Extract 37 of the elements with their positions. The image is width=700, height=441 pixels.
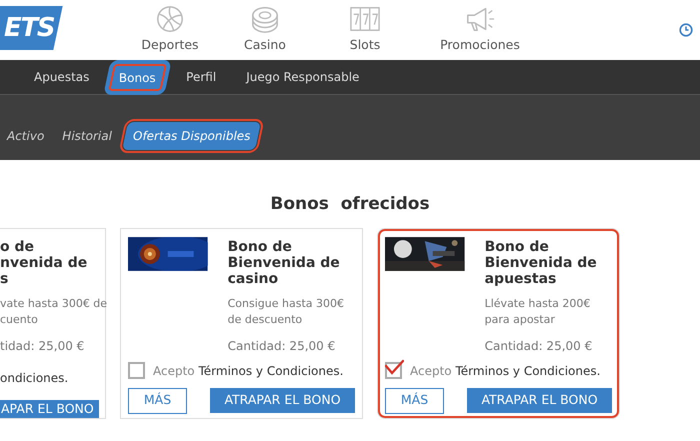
- claim-button[interactable]: ATRAPAR EL BONO: [467, 388, 612, 412]
- terms-link[interactable]: ondiciones.: [0, 368, 105, 386]
- card-title: Bono de Bienvenida de casino: [228, 238, 341, 286]
- subtab[interactable]: Activo: [2, 122, 50, 150]
- checkbox[interactable]: [128, 362, 145, 379]
- logo-text: ETS: [4, 15, 54, 41]
- tab[interactable]: Juego Responsable: [234, 60, 372, 94]
- card-title: o de nvenida de s: [0, 238, 88, 286]
- subtab[interactable]: Historial: [57, 122, 117, 150]
- nav-link[interactable]: Promociones: [420, 4, 540, 52]
- clock-icon[interactable]: [679, 23, 693, 37]
- more-button[interactable]: MÁS: [385, 388, 444, 414]
- card-amount: Cantidad: 25,00 €: [228, 338, 336, 354]
- claim-button[interactable]: APAR EL BONO: [0, 400, 99, 418]
- logo[interactable]: ETS: [0, 6, 63, 50]
- more-button[interactable]: MÁS: [128, 388, 187, 414]
- card-amount: Cantidad: 25,00 €: [484, 338, 594, 354]
- tab[interactable]: Perfil: [174, 60, 228, 94]
- card-description: vate hasta 300€ de cuento: [0, 296, 105, 328]
- section-heading: Bonos ofrecidos: [269, 193, 431, 216]
- subtab[interactable]: Ofertas Disponibles: [122, 122, 262, 150]
- card-amount: tidad: 25,00 €: [0, 338, 86, 354]
- tab[interactable]: Bonos: [104, 60, 172, 94]
- slot-machine-icon: [350, 4, 380, 34]
- nav-link[interactable]: Casino: [220, 4, 310, 52]
- ball-icon: [155, 4, 185, 34]
- nav-link[interactable]: Deportes: [120, 4, 220, 52]
- card-description: Consigue hasta 300€ de descuento: [228, 296, 345, 328]
- nav-link[interactable]: Slots: [310, 4, 420, 52]
- claim-button[interactable]: ATRAPAR EL BONO: [210, 388, 355, 412]
- terms-label: Acepto Términos y Condiciones.: [410, 362, 600, 380]
- card-title: Bono de Bienvenida de apuestas: [484, 238, 598, 286]
- tab[interactable]: Apuestas: [22, 60, 102, 94]
- chips-icon: [250, 4, 280, 34]
- card-description: Llévate hasta 200€ para apostar: [484, 296, 592, 328]
- checkbox[interactable]: [385, 362, 402, 379]
- terms-label: Acepto Términos y Condiciones.: [153, 362, 344, 380]
